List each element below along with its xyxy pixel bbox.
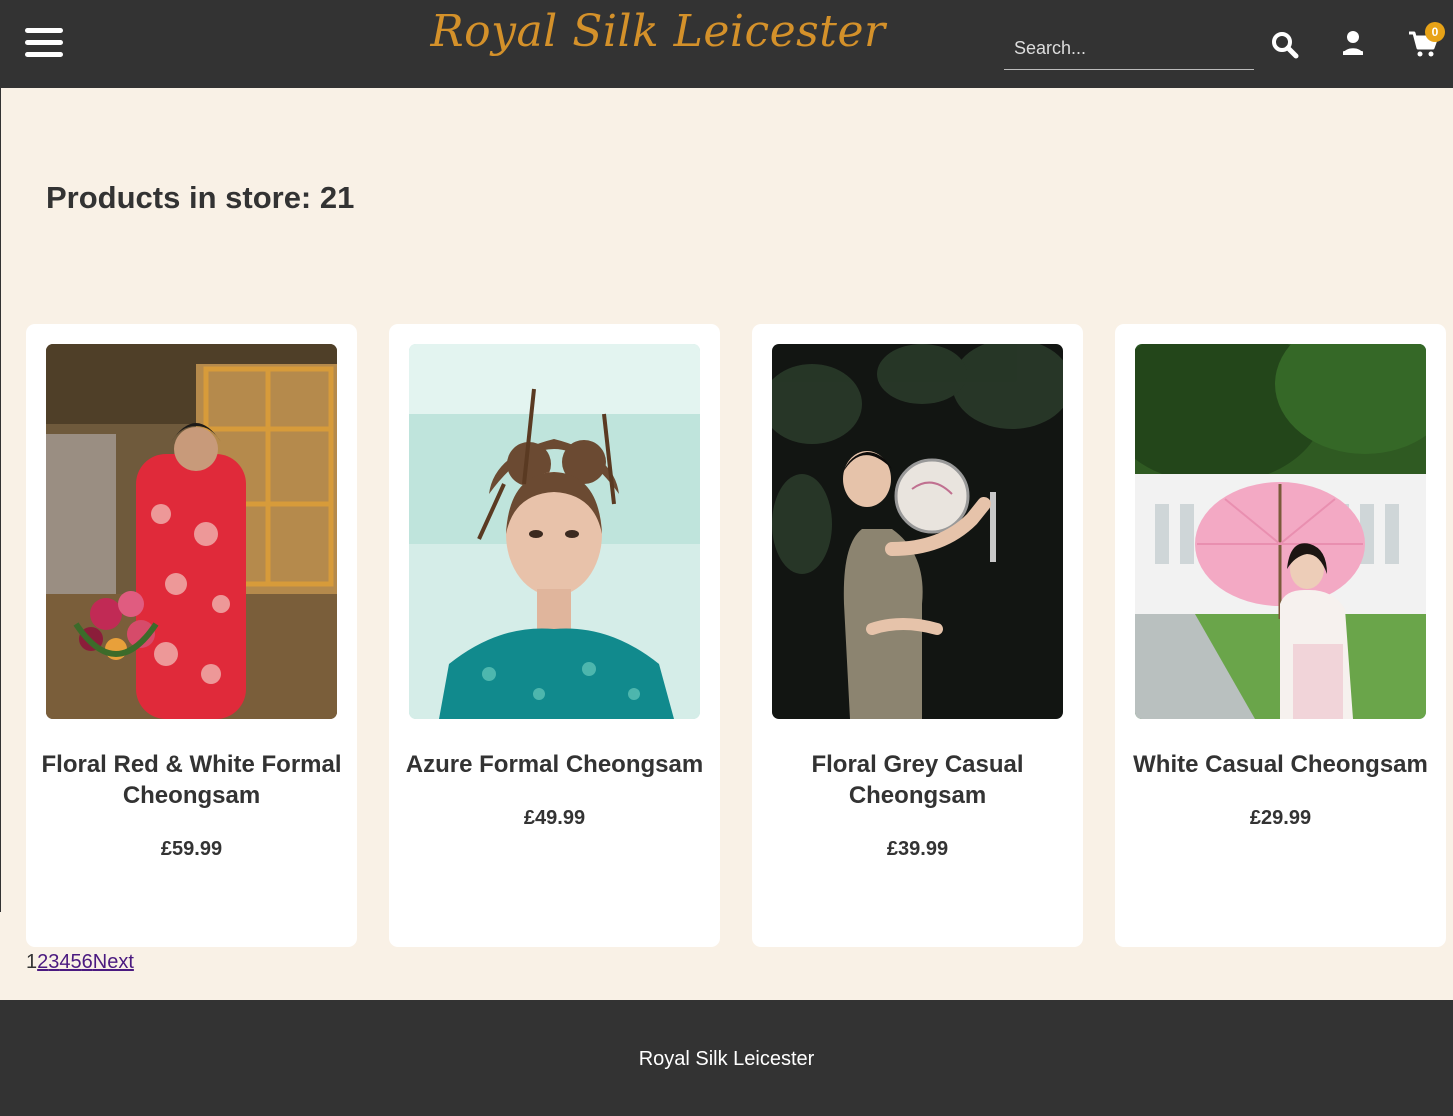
- product-card[interactable]: Azure Formal Cheongsam £49.99: [389, 324, 720, 947]
- page-next[interactable]: Next: [93, 951, 134, 973]
- site-logo[interactable]: Royal Silk Leicester: [400, 6, 916, 57]
- search-input[interactable]: [1004, 28, 1254, 70]
- page-link-3[interactable]: 3: [48, 951, 59, 973]
- product-price: £59.99: [160, 838, 223, 860]
- product-grid: Floral Red & White Formal Cheongsam £59.…: [26, 324, 1446, 947]
- product-price: £29.99: [1249, 807, 1312, 829]
- product-image[interactable]: [46, 344, 337, 719]
- product-card[interactable]: Floral Grey Casual Cheongsam £39.99: [752, 324, 1083, 947]
- site-header: Royal Silk Leicester 0: [0, 0, 1453, 88]
- product-image[interactable]: [1135, 344, 1426, 719]
- product-price: £39.99: [886, 838, 949, 860]
- product-name[interactable]: Floral Red & White Formal Cheongsam: [36, 749, 347, 811]
- product-name[interactable]: Floral Grey Casual Cheongsam: [762, 749, 1073, 811]
- product-card[interactable]: White Casual Cheongsam £29.99: [1115, 324, 1446, 947]
- search-icon[interactable]: [1270, 30, 1300, 60]
- page-link-4[interactable]: 4: [59, 951, 70, 973]
- page-title: Products in store: 21: [46, 180, 355, 215]
- product-image[interactable]: [772, 344, 1063, 719]
- pagination: 123456Next: [26, 951, 134, 974]
- product-name[interactable]: White Casual Cheongsam: [1125, 749, 1436, 780]
- product-card[interactable]: Floral Red & White Formal Cheongsam £59.…: [26, 324, 357, 947]
- footer-text: Royal Silk Leicester: [638, 1048, 815, 1070]
- product-price: £49.99: [523, 807, 586, 829]
- page-link-2[interactable]: 2: [37, 951, 48, 973]
- page-link-5[interactable]: 5: [71, 951, 82, 973]
- product-image[interactable]: [409, 344, 700, 719]
- cart-count-badge: 0: [1425, 22, 1445, 42]
- menu-icon[interactable]: [25, 28, 63, 60]
- product-name[interactable]: Azure Formal Cheongsam: [399, 749, 710, 780]
- user-icon[interactable]: [1340, 30, 1366, 58]
- page-current: 1: [26, 951, 38, 973]
- divider: [0, 88, 1, 912]
- site-footer: Royal Silk Leicester: [0, 1000, 1453, 1116]
- page-link-6[interactable]: 6: [82, 951, 93, 973]
